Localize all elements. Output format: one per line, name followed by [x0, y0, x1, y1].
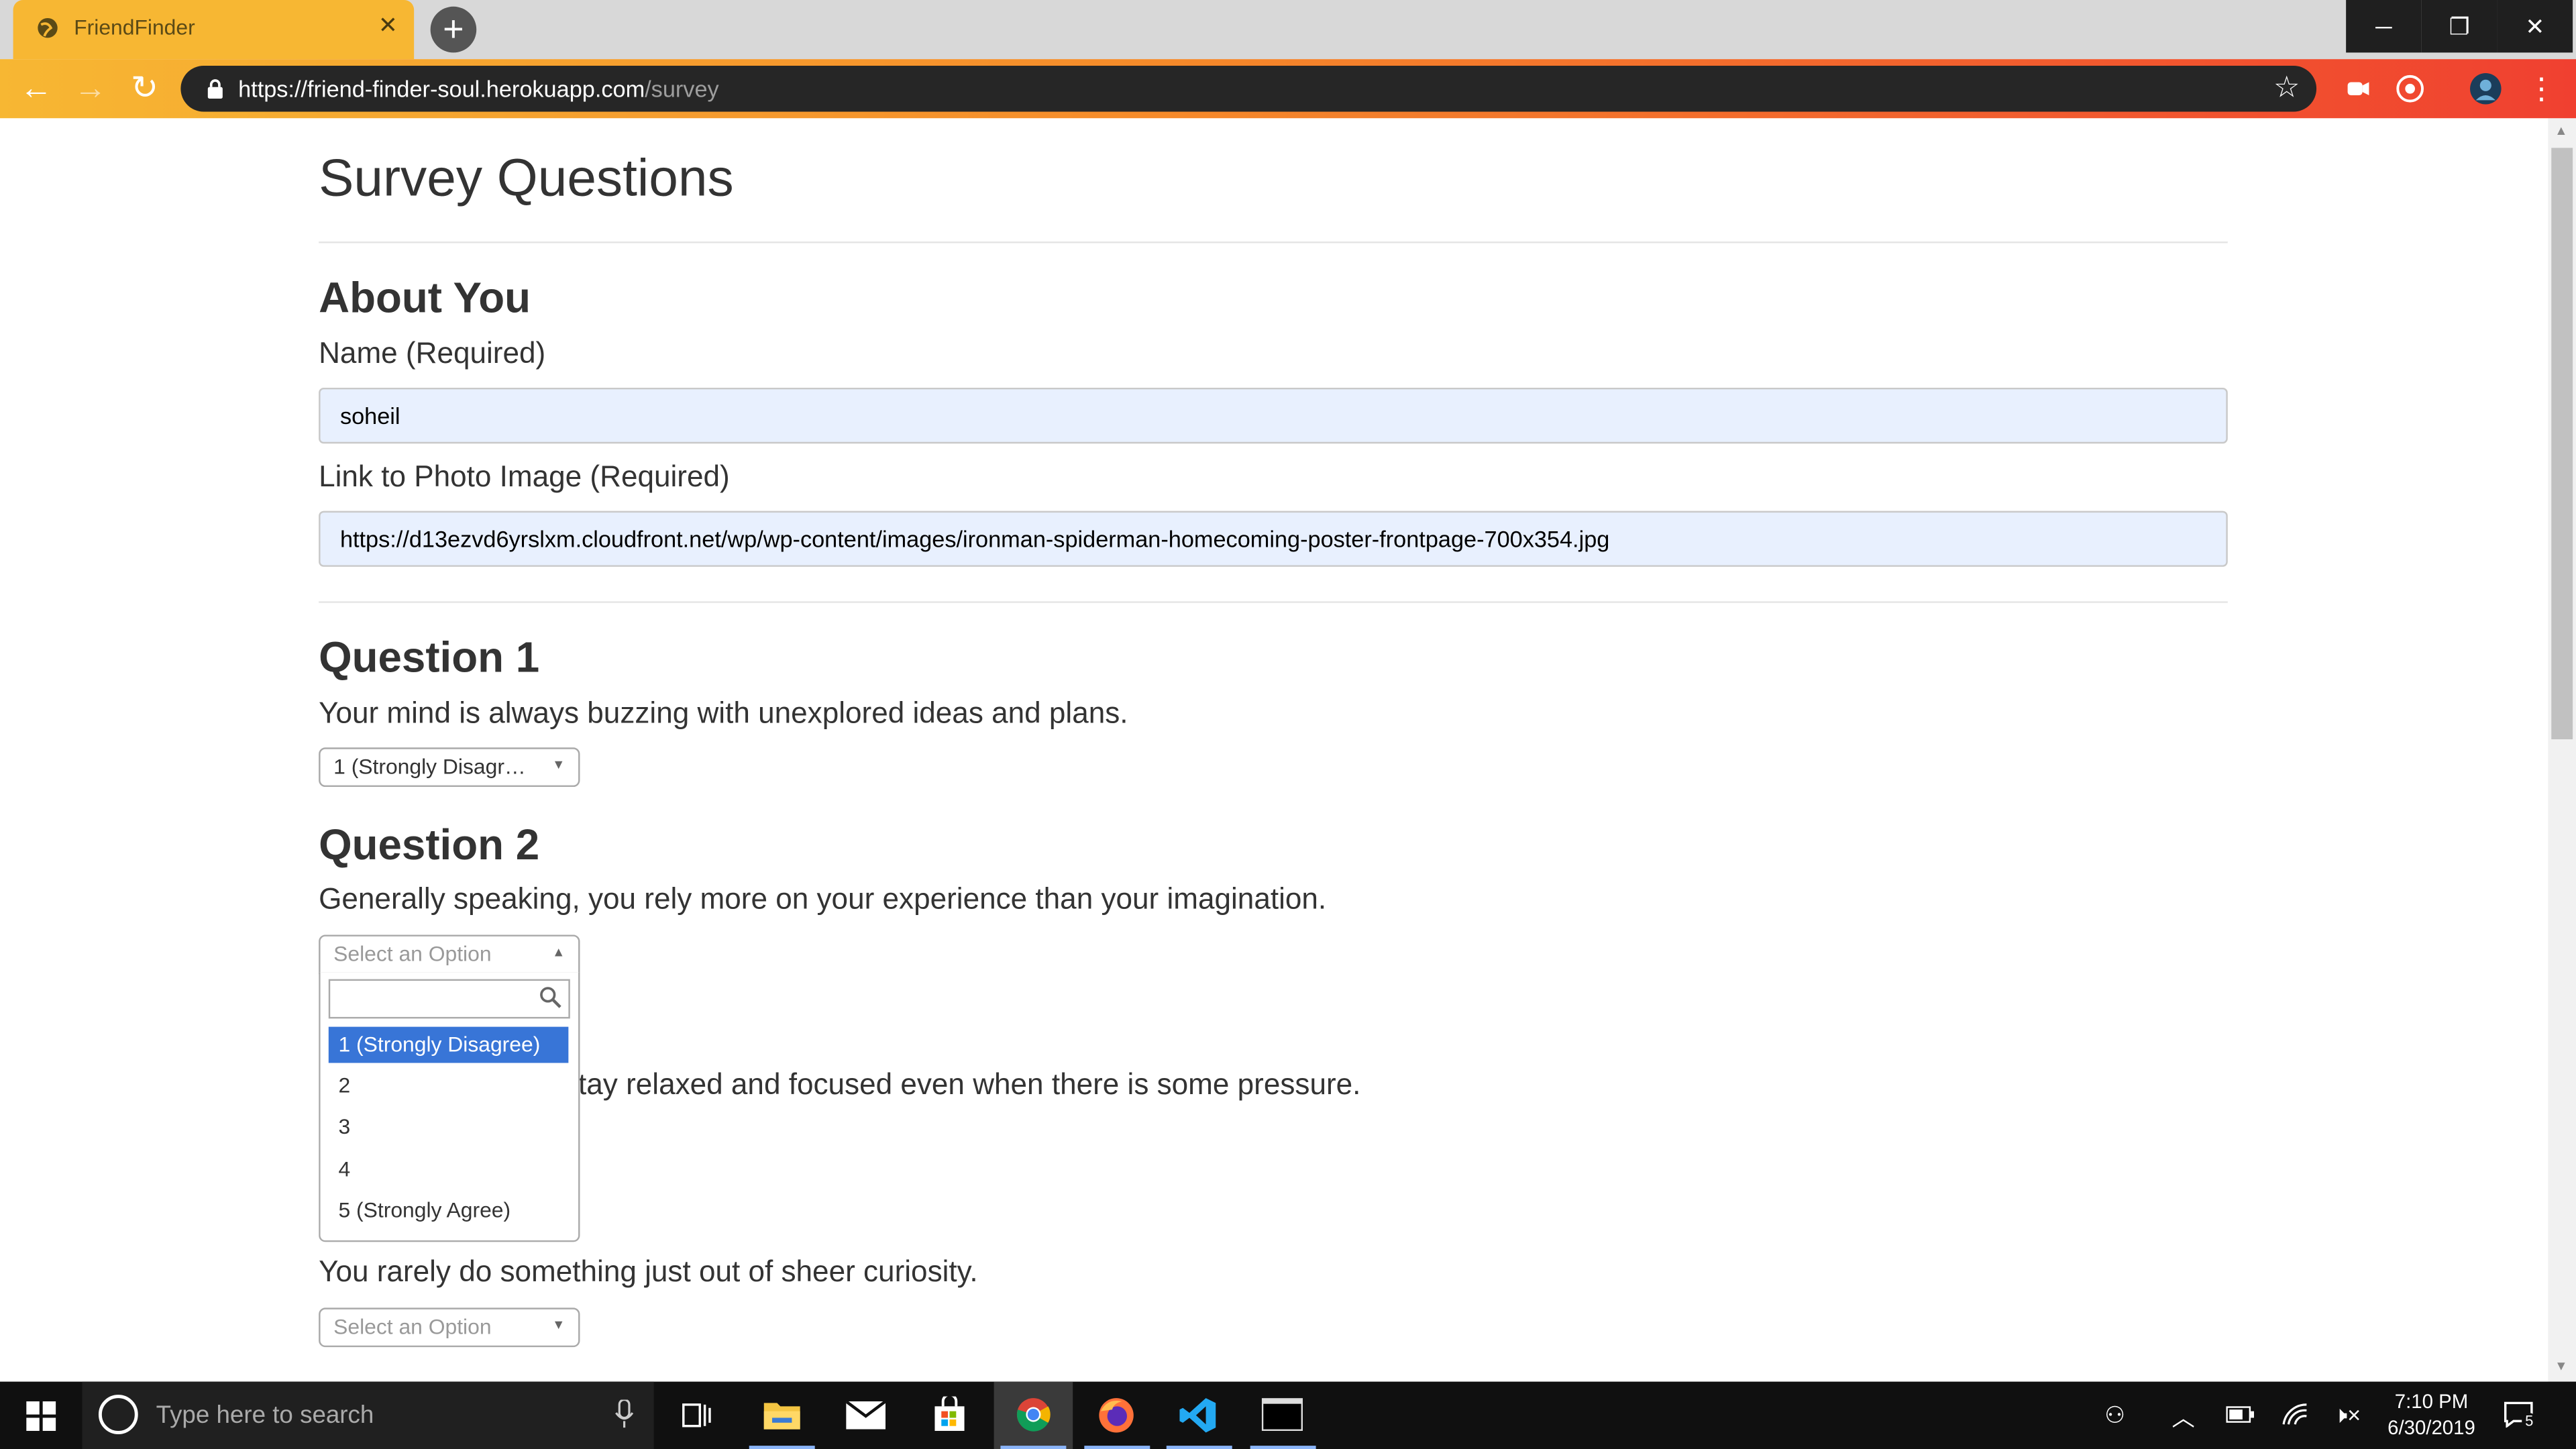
- scroll-down-icon[interactable]: ▼: [2555, 1358, 2567, 1373]
- search-icon: [540, 987, 561, 1008]
- tab-strip: FriendFinder ✕ + ─ ❐ ✕: [0, 0, 2576, 60]
- bookmark-star-icon[interactable]: ☆: [2273, 70, 2300, 105]
- dropdown-option[interactable]: 2: [329, 1068, 569, 1104]
- question-2-selected-value: Select an Option: [333, 941, 492, 967]
- photo-label: Link to Photo Image (Required): [319, 460, 730, 493]
- battery-icon[interactable]: [2226, 1405, 2255, 1424]
- question-2-text: Generally speaking, you rely more on you…: [319, 882, 1327, 916]
- name-field[interactable]: soheil: [319, 387, 2228, 444]
- chevron-down-icon: ▼: [552, 1318, 566, 1333]
- extension-icon[interactable]: [2343, 74, 2372, 103]
- dropdown-option[interactable]: 4: [329, 1152, 569, 1188]
- active-app-indicator: [1084, 1446, 1150, 1449]
- windows-taskbar: Type here to search ⚇ ︿ 🕨× 7:10 PM 6/30/…: [0, 1381, 2576, 1449]
- active-app-indicator: [1166, 1446, 1232, 1449]
- clock-date: 6/30/2019: [2387, 1416, 2475, 1440]
- divider: [319, 241, 2228, 244]
- question-4-select[interactable]: Select an Option ▼: [319, 1307, 580, 1348]
- taskbar-search-box[interactable]: Type here to search: [82, 1381, 654, 1449]
- active-app-indicator: [1000, 1446, 1067, 1449]
- globe-icon: [38, 17, 58, 38]
- people-icon[interactable]: ⚇: [2104, 1401, 2125, 1430]
- question-1-select[interactable]: 1 (Strongly Disagr… ▼: [319, 747, 580, 788]
- taskbar-search-placeholder: Type here to search: [156, 1401, 374, 1430]
- chrome-icon[interactable]: [994, 1381, 1073, 1449]
- microphone-icon[interactable]: [614, 1399, 634, 1430]
- dropdown-option[interactable]: 1 (Strongly Disagree): [328, 1026, 569, 1063]
- dropdown-option[interactable]: 5 (Strongly Agree): [329, 1193, 569, 1229]
- avatar[interactable]: [2469, 72, 2502, 105]
- chevron-down-icon: ▼: [552, 757, 566, 773]
- page-scrollbar[interactable]: ▲ ▼: [2548, 118, 2576, 1382]
- question-3-text: tay relaxed and focused even when there …: [578, 1067, 1361, 1101]
- about-heading: About You: [319, 272, 531, 323]
- active-app-indicator: [1250, 1446, 1316, 1449]
- close-window-button[interactable]: ✕: [2497, 0, 2573, 53]
- task-view-icon[interactable]: [657, 1382, 737, 1449]
- vscode-icon[interactable]: [1160, 1382, 1239, 1449]
- page-content: Survey Questions About You Name (Require…: [0, 118, 2548, 1382]
- question-2-dropdown: 1 (Strongly Disagree) 2 3 4 5 (Strongly …: [319, 972, 580, 1242]
- question-4-text: You rarely do something just out of shee…: [319, 1255, 978, 1289]
- wifi-icon[interactable]: [2282, 1403, 2308, 1426]
- address-bar[interactable]: https://friend-finder-soul.herokuapp.com…: [180, 65, 2317, 112]
- browser-toolbar: ← → ↻ https://friend-finder-soul.herokua…: [0, 59, 2576, 119]
- terminal-icon[interactable]: [1244, 1382, 1323, 1449]
- active-app-indicator: [749, 1446, 815, 1449]
- dropdown-search-input[interactable]: [328, 979, 570, 1019]
- name-label: Name (Required): [319, 337, 546, 370]
- question-2-heading: Question 2: [319, 820, 540, 869]
- question-2-select[interactable]: Select an Option ▲: [319, 934, 580, 975]
- file-explorer-icon[interactable]: [743, 1382, 822, 1449]
- reload-icon[interactable]: ↻: [123, 67, 166, 110]
- divider: [319, 601, 2228, 603]
- forward-icon[interactable]: →: [69, 67, 112, 110]
- close-tab-icon[interactable]: ✕: [378, 11, 398, 40]
- browser-tab[interactable]: FriendFinder ✕: [13, 0, 415, 60]
- system-clock[interactable]: 7:10 PM 6/30/2019: [2374, 1388, 2489, 1440]
- lock-icon: [207, 79, 223, 99]
- question-4-selected-value: Select an Option: [333, 1314, 492, 1339]
- restore-button[interactable]: ❐: [2421, 0, 2498, 53]
- menu-icon[interactable]: ⋮: [2520, 67, 2563, 110]
- question-1-heading: Question 1: [319, 632, 540, 682]
- new-tab-button[interactable]: +: [430, 6, 477, 53]
- mail-icon[interactable]: [826, 1382, 906, 1449]
- volume-muted-icon[interactable]: 🕨×: [2333, 1401, 2361, 1430]
- scrollbar-thumb[interactable]: [2551, 148, 2573, 740]
- screen: FriendFinder ✕ + ─ ❐ ✕ ← → ↻ https://fri…: [0, 0, 2576, 1449]
- clock-time: 7:10 PM: [2394, 1389, 2469, 1413]
- tab-title: FriendFinder: [74, 15, 195, 40]
- back-icon[interactable]: ←: [15, 67, 58, 110]
- cortana-icon: [98, 1395, 138, 1434]
- dropdown-option[interactable]: 3: [329, 1109, 569, 1145]
- windows-start-icon[interactable]: [26, 1401, 56, 1432]
- url-text: https://friend-finder-soul.herokuapp.com…: [238, 75, 719, 102]
- question-1-text: Your mind is always buzzing with unexplo…: [319, 696, 1128, 730]
- store-icon[interactable]: [910, 1382, 989, 1449]
- cast-icon[interactable]: [2396, 74, 2425, 103]
- chevron-up-icon: ▲: [552, 945, 566, 960]
- notifications-icon[interactable]: 5: [2504, 1401, 2537, 1431]
- firefox-icon[interactable]: [1078, 1382, 1157, 1449]
- scroll-up-icon[interactable]: ▲: [2555, 123, 2567, 138]
- minimize-button[interactable]: ─: [2346, 0, 2422, 53]
- question-1-selected-value: 1 (Strongly Disagr…: [333, 754, 526, 779]
- page-title: Survey Questions: [319, 148, 734, 207]
- chevron-up-icon[interactable]: ︿: [2172, 1401, 2195, 1434]
- notification-badge: 5: [2522, 1413, 2537, 1430]
- photo-link-field[interactable]: https://d13ezvd6yrslxm.cloudfront.net/wp…: [319, 511, 2228, 567]
